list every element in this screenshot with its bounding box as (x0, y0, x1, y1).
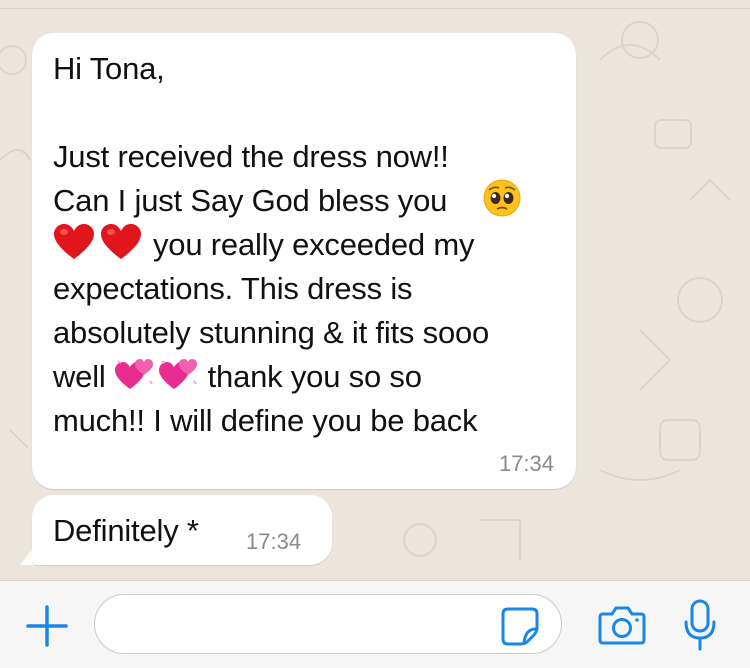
pleading-face-emoji-icon (483, 179, 521, 217)
sticker-icon[interactable] (500, 606, 540, 646)
message-bubble[interactable]: Definitely * 17:34 (32, 495, 332, 565)
two-hearts-emoji-icon (159, 359, 197, 389)
message-line: expectations. This dress is (53, 271, 413, 306)
header-divider (0, 8, 750, 9)
message-input[interactable] (94, 594, 562, 654)
chat-area: Hi Tona, Just received the dress now!! C… (0, 0, 750, 580)
message-timestamp: 17:34 (246, 529, 302, 554)
microphone-icon[interactable] (683, 599, 717, 651)
message-timestamp: 17:34 (498, 451, 554, 476)
message-line: Hi Tona, (53, 51, 165, 86)
message-line: absolutely stunning & it fits sooo (53, 315, 490, 350)
plus-icon[interactable] (26, 605, 68, 647)
two-hearts-emoji-icon (115, 359, 153, 389)
message-text: Definitely * (53, 513, 199, 548)
red-heart-emoji-icon (101, 224, 141, 259)
message-line: Just received the dress now!! (53, 139, 449, 174)
message-bubble[interactable]: Hi Tona, Just received the dress now!! C… (32, 33, 576, 489)
red-heart-emoji-icon (54, 224, 94, 259)
message-line: well (53, 359, 106, 394)
input-bar (0, 580, 750, 668)
message-line: thank you so so (207, 359, 422, 394)
message-line: much!! I will define you be back (53, 403, 478, 438)
message-line: Can I just Say God bless you (53, 183, 448, 218)
camera-icon[interactable] (598, 604, 646, 646)
message-line: you really exceeded my (153, 227, 475, 262)
